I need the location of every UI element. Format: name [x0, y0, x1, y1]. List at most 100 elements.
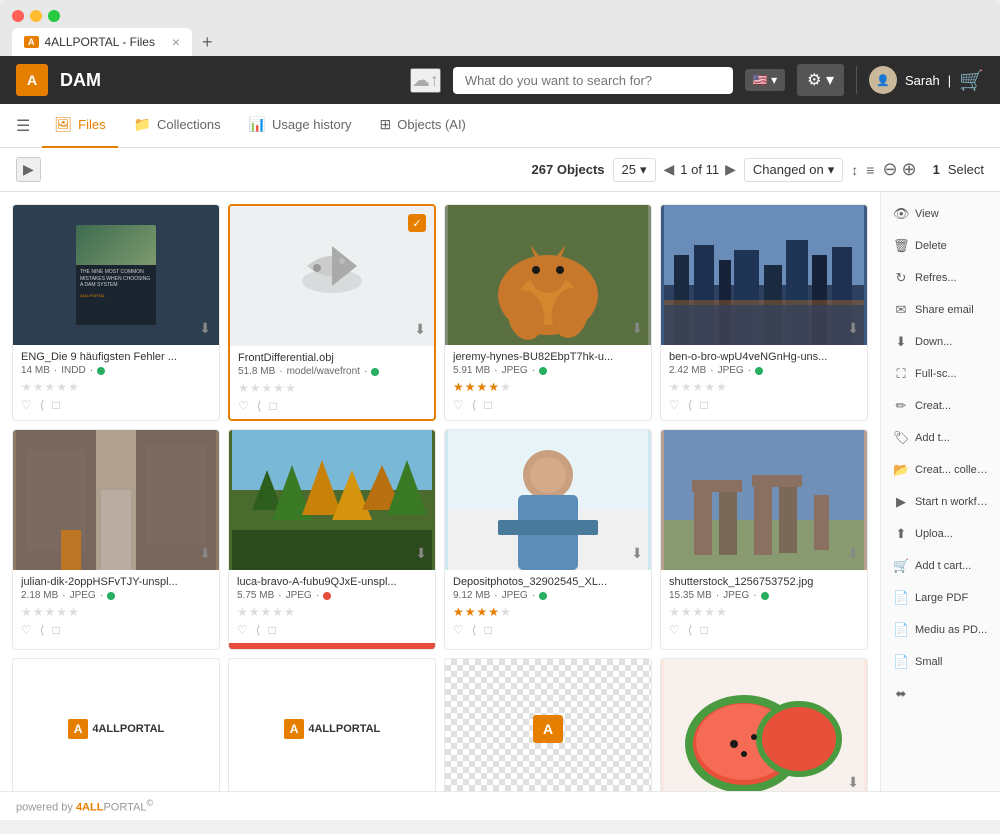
- file-card[interactable]: ⬇ ★★★★★: [660, 658, 868, 791]
- download-icon[interactable]: ⬇: [847, 774, 859, 791]
- settings-button[interactable]: ⚙ ▾: [797, 64, 844, 96]
- red-status-bar: [229, 643, 435, 649]
- file-card[interactable]: ⬇ julian-dik-2oppHSFvTJY-unspl... 2.18 M…: [12, 429, 220, 650]
- panel-item-create[interactable]: ✏ Creat...: [885, 392, 996, 420]
- favorite-icon[interactable]: ♡: [21, 623, 32, 637]
- download-icon[interactable]: ⬇: [631, 320, 643, 337]
- nav-item-objects-ai[interactable]: ⊞ Objects (AI): [368, 104, 478, 148]
- minimize-button[interactable]: [30, 10, 42, 22]
- select-icon[interactable]: □: [52, 623, 59, 637]
- upload-button[interactable]: ☁↑: [410, 68, 441, 93]
- search-input[interactable]: [453, 67, 733, 94]
- panel-item-delete[interactable]: 🗑 Delete: [885, 232, 996, 260]
- active-tab[interactable]: A 4ALLPORTAL - Files ×: [12, 28, 192, 56]
- status-dot: [323, 592, 331, 600]
- file-card[interactable]: THE NINE MOST COMMON MISTAKES WHEN CHOOS…: [12, 204, 220, 421]
- hamburger-icon[interactable]: ☰: [16, 116, 30, 136]
- user-name: Sarah: [905, 73, 940, 88]
- maximize-button[interactable]: [48, 10, 60, 22]
- card-meta: 5.75 MB · JPEG ·: [237, 590, 427, 601]
- nav-item-files[interactable]: 🖼 Files: [42, 104, 117, 148]
- download-icon[interactable]: ⬇: [847, 320, 859, 337]
- sort-button[interactable]: ↕: [851, 162, 858, 178]
- card-actions: ♡ ⟨ □: [21, 623, 211, 637]
- share-icon[interactable]: ⟨: [40, 623, 45, 637]
- list-view-button[interactable]: ≡: [866, 162, 874, 178]
- file-card[interactable]: A 4ALLPORTAL ★★★★★: [228, 658, 436, 791]
- tab-close-button[interactable]: ×: [172, 34, 180, 50]
- select-icon[interactable]: □: [269, 399, 276, 413]
- favorite-icon[interactable]: ♡: [238, 399, 249, 413]
- card-actions: ♡ ⟨ □: [453, 623, 643, 637]
- panel-item-collapse[interactable]: ⬌: [885, 680, 996, 708]
- select-icon[interactable]: □: [484, 398, 491, 412]
- traffic-lights: [12, 10, 60, 22]
- panel-item-large-pdf[interactable]: 📄 Large PDF: [885, 584, 996, 612]
- next-page-button[interactable]: ▶: [725, 161, 736, 178]
- panel-item-create-collection[interactable]: 📂 Creat... collec...: [885, 456, 996, 484]
- panel-item-refresh[interactable]: ↻ Refres...: [885, 264, 996, 292]
- per-page-selector[interactable]: 25 ▾: [613, 158, 656, 182]
- zoom-in-button[interactable]: ⊕: [902, 159, 917, 180]
- file-card[interactable]: A 4ALLPORTAL ★★★★★: [12, 658, 220, 791]
- new-tab-button[interactable]: +: [196, 32, 219, 53]
- share-icon[interactable]: ⟨: [688, 398, 693, 412]
- share-icon[interactable]: ⟨: [256, 623, 261, 637]
- share-icon[interactable]: ⟨: [257, 399, 262, 413]
- favorite-icon[interactable]: ♡: [21, 398, 32, 412]
- download-icon[interactable]: ⬇: [847, 545, 859, 562]
- file-card[interactable]: ⬇ luca-bravo-A-fubu9QJxE-unspl... 5.75 M…: [228, 429, 436, 650]
- download-icon[interactable]: ⬇: [631, 545, 643, 562]
- nav-item-collections[interactable]: 📁 Collections: [122, 104, 233, 148]
- panel-item-upload[interactable]: ⬆ Uploa...: [885, 520, 996, 548]
- file-card[interactable]: ⬇ jeremy-hynes-BU82EbpT7hk-u... 5.91 MB …: [444, 204, 652, 421]
- panel-item-medium-pdf[interactable]: 📄 Mediu as PD...: [885, 616, 996, 644]
- select-icon[interactable]: □: [700, 623, 707, 637]
- panel-item-add-tag[interactable]: 🏷 Add t...: [885, 424, 996, 452]
- nav-item-usage-history[interactable]: 📊 Usage history: [237, 104, 364, 148]
- zoom-out-button[interactable]: ⊖: [882, 159, 897, 180]
- share-icon[interactable]: ⟨: [688, 623, 693, 637]
- download-icon[interactable]: ⬇: [199, 320, 211, 337]
- tab-favicon: A: [24, 36, 39, 48]
- favorite-icon[interactable]: ♡: [453, 623, 464, 637]
- language-selector[interactable]: 🇺🇸 ▾: [745, 69, 785, 91]
- file-card[interactable]: A ★★★★★: [444, 658, 652, 791]
- select-icon[interactable]: □: [268, 623, 275, 637]
- favorite-icon[interactable]: ♡: [237, 623, 248, 637]
- prev-page-button[interactable]: ◀: [664, 161, 675, 178]
- download-icon[interactable]: ⬇: [415, 545, 427, 562]
- file-card[interactable]: ⬇ ben-o-bro-wpU4veNGnHg-uns... 2.42 MB ·…: [660, 204, 868, 421]
- select-icon[interactable]: □: [484, 623, 491, 637]
- filter-button[interactable]: Changed on ▾: [744, 158, 843, 182]
- select-icon[interactable]: □: [52, 398, 59, 412]
- file-card[interactable]: ⬇ Depositphotos_32902545_XL... 9.12 MB ·…: [444, 429, 652, 650]
- select-checkbox[interactable]: ✓: [408, 214, 426, 232]
- panel-item-fullscreen[interactable]: ⛶ Full-sc...: [885, 360, 996, 388]
- usage-history-nav-icon: 📊: [249, 116, 266, 133]
- download-icon[interactable]: ⬇: [414, 321, 426, 338]
- card-meta: 2.42 MB · JPEG ·: [669, 365, 859, 376]
- card-stars: ★★★★★: [453, 380, 643, 394]
- share-icon[interactable]: ⟨: [472, 398, 477, 412]
- favorite-icon[interactable]: ♡: [453, 398, 464, 412]
- panel-item-share[interactable]: ✉ Share email: [885, 296, 996, 324]
- expand-panel-button[interactable]: ▶: [16, 157, 41, 182]
- share-icon[interactable]: ⟨: [40, 398, 45, 412]
- card-thumbnail: ⬇: [445, 205, 651, 345]
- cart-button[interactable]: 🛒: [959, 68, 984, 93]
- card-meta: 9.12 MB · JPEG ·: [453, 590, 643, 601]
- close-button[interactable]: [12, 10, 24, 22]
- select-icon[interactable]: □: [700, 398, 707, 412]
- panel-item-download[interactable]: ⬇ Down...: [885, 328, 996, 356]
- panel-item-workflow[interactable]: ▶ Start n workfl...: [885, 488, 996, 516]
- panel-item-view[interactable]: 👁 View: [885, 200, 996, 228]
- file-card[interactable]: ⬇ shutterstock_1256753752.jpg 15.35 MB ·…: [660, 429, 868, 650]
- file-card[interactable]: ✓ ⬇ FrontDifferential.obj 51.8 MB · mode…: [228, 204, 436, 421]
- favorite-icon[interactable]: ♡: [669, 623, 680, 637]
- panel-item-small[interactable]: 📄 Small: [885, 648, 996, 676]
- share-icon[interactable]: ⟨: [472, 623, 477, 637]
- download-icon[interactable]: ⬇: [199, 545, 211, 562]
- favorite-icon[interactable]: ♡: [669, 398, 680, 412]
- panel-item-cart[interactable]: 🛒 Add t cart...: [885, 552, 996, 580]
